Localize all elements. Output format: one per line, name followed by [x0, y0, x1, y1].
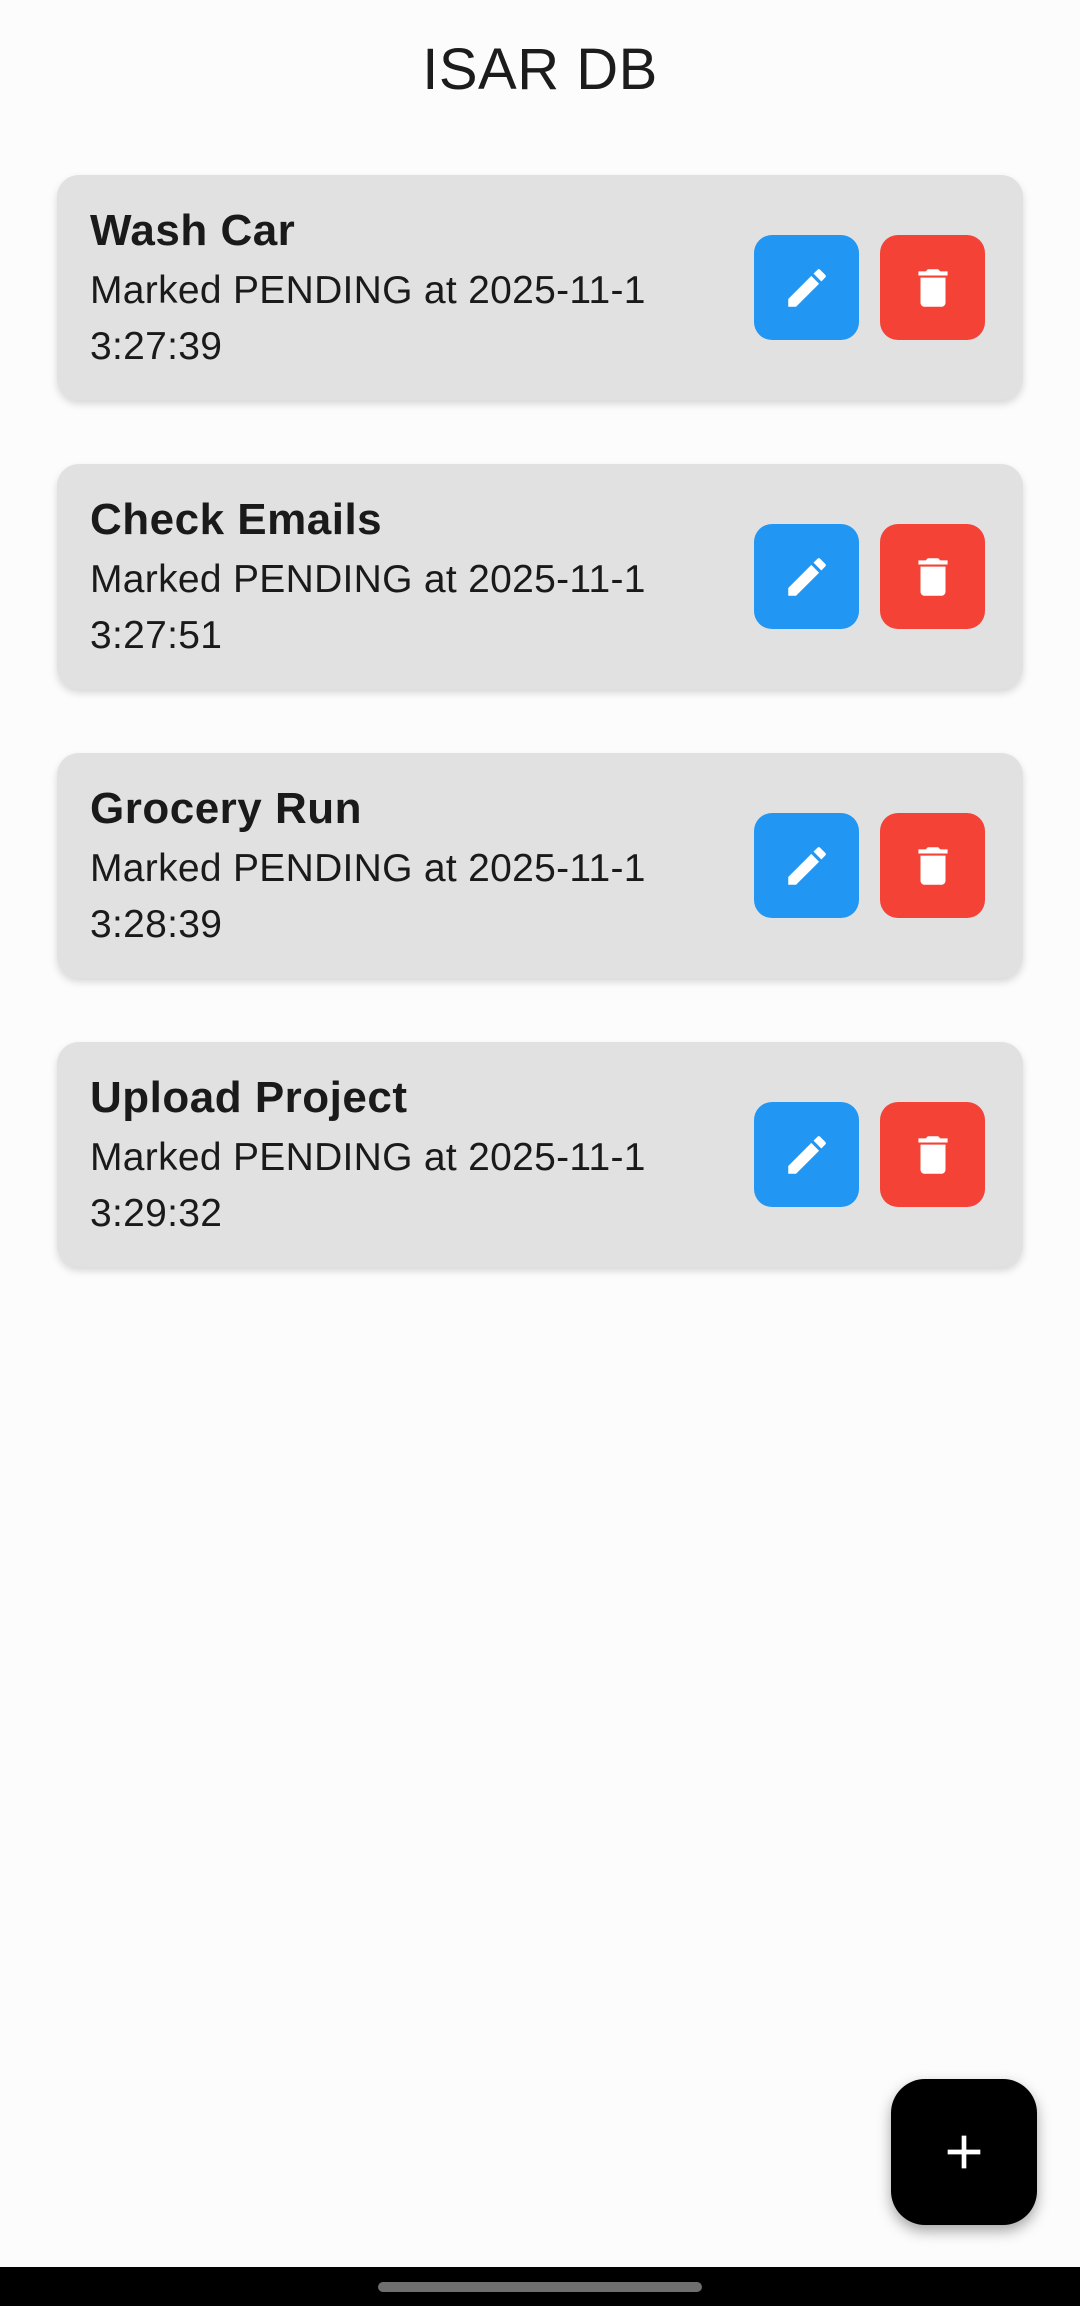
- task-status: Marked PENDING at 2025-11-1 3:29:32: [90, 1136, 646, 1235]
- edit-task-button[interactable]: [754, 524, 859, 629]
- task-list: Wash Car Marked PENDING at 2025-11-1 3:2…: [57, 175, 1023, 1331]
- task-text: Grocery Run Marked PENDING at 2025-11-1 …: [90, 781, 730, 953]
- task-card[interactable]: Wash Car Marked PENDING at 2025-11-1 3:2…: [57, 175, 1023, 400]
- edit-task-button[interactable]: [754, 235, 859, 340]
- edit-task-button[interactable]: [754, 1102, 859, 1207]
- edit-task-button[interactable]: [754, 813, 859, 918]
- pencil-icon: [787, 846, 826, 885]
- home-gesture-handle[interactable]: [378, 2282, 702, 2292]
- pencil-icon: [787, 1135, 826, 1174]
- plus-icon: [947, 2135, 981, 2169]
- trash-icon: [917, 1135, 948, 1174]
- pencil-icon: [787, 557, 826, 596]
- trash-icon: [917, 268, 948, 307]
- task-text: Upload Project Marked PENDING at 2025-11…: [90, 1070, 730, 1242]
- delete-task-button[interactable]: [880, 235, 985, 340]
- task-status: Marked PENDING at 2025-11-1 3:27:39: [90, 269, 646, 368]
- app-title: ISAR DB: [422, 37, 658, 102]
- system-navigation-bar: [0, 2267, 1080, 2306]
- task-text: Check Emails Marked PENDING at 2025-11-1…: [90, 492, 730, 664]
- task-title: Upload Project: [90, 1073, 408, 1122]
- task-title: Check Emails: [90, 495, 383, 544]
- trash-icon: [917, 557, 948, 596]
- task-card[interactable]: Upload Project Marked PENDING at 2025-11…: [57, 1042, 1023, 1267]
- add-task-button[interactable]: [891, 2079, 1037, 2225]
- task-status: Marked PENDING at 2025-11-1 3:28:39: [90, 847, 646, 946]
- pencil-icon: [787, 268, 826, 307]
- trash-icon: [917, 846, 948, 885]
- delete-task-button[interactable]: [880, 524, 985, 629]
- task-status: Marked PENDING at 2025-11-1 3:27:51: [90, 558, 646, 657]
- app-screen: ISAR DB Wash Car Marked PENDING at 2025-…: [0, 0, 1080, 2306]
- task-title: Grocery Run: [90, 784, 363, 833]
- task-title: Wash Car: [90, 206, 296, 255]
- delete-task-button[interactable]: [880, 1102, 985, 1207]
- task-card[interactable]: Grocery Run Marked PENDING at 2025-11-1 …: [57, 753, 1023, 978]
- task-card[interactable]: Check Emails Marked PENDING at 2025-11-1…: [57, 464, 1023, 689]
- delete-task-button[interactable]: [880, 813, 985, 918]
- task-text: Wash Car Marked PENDING at 2025-11-1 3:2…: [90, 203, 730, 375]
